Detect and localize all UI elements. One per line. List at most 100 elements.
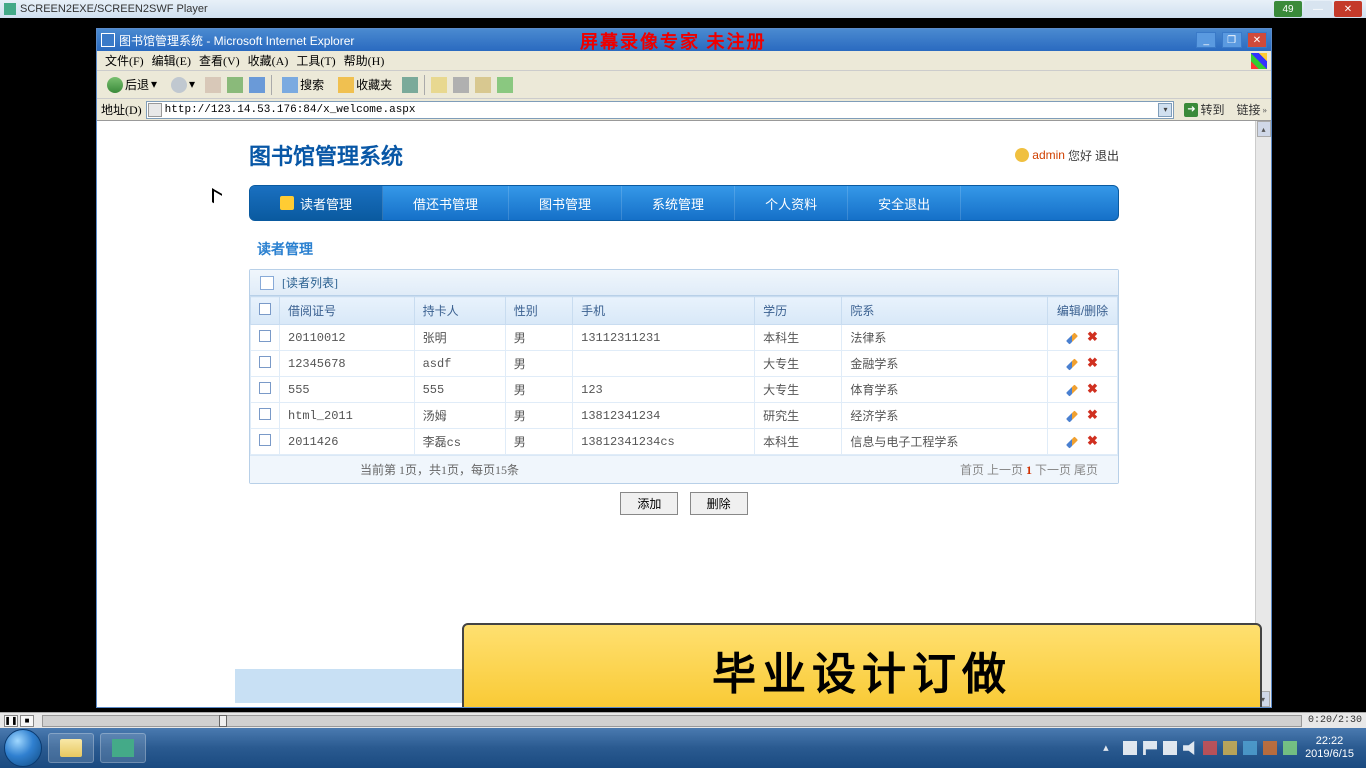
cell-edu: 大专生	[755, 351, 842, 377]
row-checkbox[interactable]	[259, 434, 271, 446]
nav-profile[interactable]: 个人资料	[735, 186, 848, 220]
scrollbar[interactable]: ▴ ▾	[1255, 121, 1271, 707]
edit-icon[interactable]	[1065, 410, 1077, 422]
menu-view[interactable]: 查看(V)	[197, 50, 242, 71]
pager-last[interactable]: 尾页	[1074, 463, 1098, 477]
checkbox-all[interactable]	[259, 303, 271, 315]
reader-table: 借阅证号 持卡人 性别 手机 学历 院系 编辑/删除 20110012张明男13…	[250, 296, 1118, 455]
menu-tools[interactable]: 工具(T)	[294, 50, 337, 71]
table-row: html_2011汤姆男13812341234研究生经济学系✖	[251, 403, 1118, 429]
pager-next[interactable]: 下一页	[1035, 463, 1071, 477]
nav-books[interactable]: 图书管理	[509, 186, 622, 220]
seek-thumb[interactable]	[219, 715, 227, 727]
clock[interactable]: 22:22 2019/6/15	[1305, 735, 1354, 761]
print-icon[interactable]	[453, 77, 469, 93]
menu-favorites[interactable]: 收藏(A)	[246, 50, 291, 71]
delete-icon[interactable]: ✖	[1086, 382, 1100, 396]
nav-system[interactable]: 系统管理	[622, 186, 735, 220]
tray-icons[interactable]: ▴	[1103, 741, 1297, 755]
go-button[interactable]: ➜转到	[1178, 101, 1230, 118]
address-dropdown-icon[interactable]: ▾	[1158, 103, 1172, 117]
clock-time: 22:22	[1305, 735, 1354, 748]
nav-borrow[interactable]: 借还书管理	[383, 186, 509, 220]
refresh-icon[interactable]	[227, 77, 243, 93]
cell-id: 555	[280, 377, 415, 403]
col-edu: 学历	[755, 297, 842, 325]
search-button[interactable]: 搜索	[278, 74, 328, 95]
ie-menubar: 文件(F) 编辑(E) 查看(V) 收藏(A) 工具(T) 帮助(H)	[97, 51, 1271, 71]
cell-sex: 男	[505, 377, 572, 403]
history-icon[interactable]	[402, 77, 418, 93]
address-input[interactable]	[146, 101, 1175, 119]
start-button[interactable]	[4, 729, 42, 767]
menu-file[interactable]: 文件(F)	[103, 50, 146, 71]
tray-app4-icon	[1263, 741, 1277, 755]
row-checkbox[interactable]	[259, 382, 271, 394]
edit-icon[interactable]	[475, 77, 491, 93]
ie-content-area: ▴ ▾ 图书馆管理系统 admin 您好 退出 读者管理 借还书管理	[97, 121, 1271, 707]
menu-help[interactable]: 帮助(H)	[342, 50, 387, 71]
task-explorer[interactable]	[48, 733, 94, 763]
cell-id: 12345678	[280, 351, 415, 377]
row-checkbox[interactable]	[259, 356, 271, 368]
user-icon	[1015, 148, 1029, 162]
cell-sex: 男	[505, 429, 572, 455]
tray-volume-icon	[1183, 741, 1197, 755]
player-badge[interactable]: 49	[1274, 1, 1302, 17]
cell-name: 李磊cs	[414, 429, 505, 455]
pause-button[interactable]: ❚❚	[4, 715, 18, 727]
delete-icon[interactable]: ✖	[1086, 434, 1100, 448]
pager-first[interactable]: 首页	[960, 463, 984, 477]
forward-button[interactable]: ▾	[167, 75, 199, 95]
table-row: 20110012张明男13112311231本科生法律系✖	[251, 325, 1118, 351]
edit-icon[interactable]	[1065, 332, 1077, 344]
ie-maximize-button[interactable]: ❐	[1222, 32, 1242, 48]
back-button[interactable]: 后退 ▾	[103, 74, 161, 95]
links-label[interactable]: 链接	[1236, 101, 1260, 118]
app-icon	[4, 3, 16, 15]
ie-title: 图书馆管理系统 - Microsoft Internet Explorer	[119, 32, 354, 49]
edit-icon[interactable]	[1065, 358, 1077, 370]
delete-icon[interactable]: ✖	[1086, 408, 1100, 422]
nav-readers[interactable]: 读者管理	[250, 186, 383, 220]
messenger-icon[interactable]	[497, 77, 513, 93]
cell-dept: 法律系	[842, 325, 1048, 351]
edit-icon[interactable]	[1065, 384, 1077, 396]
cell-dept: 经济学系	[842, 403, 1048, 429]
table-row: 2011426李磊cs男13812341234cs本科生信息与电子工程学系✖	[251, 429, 1118, 455]
row-checkbox[interactable]	[259, 408, 271, 420]
cell-edu: 本科生	[755, 429, 842, 455]
row-checkbox[interactable]	[259, 330, 271, 342]
logout-link[interactable]: 退出	[1095, 147, 1119, 164]
mail-icon[interactable]	[431, 77, 447, 93]
stop-button[interactable]: ■	[20, 715, 34, 727]
reader-panel: [读者列表] 借阅证号 持卡人 性别 手机 学历 院系	[249, 269, 1119, 484]
delete-icon[interactable]: ✖	[1086, 356, 1100, 370]
edit-icon[interactable]	[1065, 436, 1077, 448]
app-header: 图书馆管理系统 admin 您好 退出	[249, 131, 1119, 185]
nav-exit[interactable]: 安全退出	[848, 186, 961, 220]
pager-prev[interactable]: 上一页	[987, 463, 1023, 477]
ie-close-button[interactable]: ✕	[1247, 32, 1267, 48]
cell-sex: 男	[505, 403, 572, 429]
home-icon[interactable]	[249, 77, 265, 93]
ad-banner[interactable]: 毕业设计订做	[462, 623, 1262, 707]
task-player[interactable]	[100, 733, 146, 763]
ie-toolbar: 后退 ▾ ▾ 搜索 收藏夹	[97, 71, 1271, 99]
player-titlebar: SCREEN2EXE/SCREEN2SWF Player 49 — ✕	[0, 0, 1366, 18]
minimize-button[interactable]: —	[1304, 1, 1332, 17]
col-dept: 院系	[842, 297, 1048, 325]
menu-edit[interactable]: 编辑(E)	[150, 50, 193, 71]
tray-app3-icon	[1243, 741, 1257, 755]
scroll-up-icon[interactable]: ▴	[1257, 121, 1271, 137]
ie-minimize-button[interactable]: _	[1196, 32, 1216, 48]
seek-track[interactable]	[42, 715, 1302, 727]
favorites-button[interactable]: 收藏夹	[334, 74, 396, 95]
delete-icon[interactable]: ✖	[1086, 330, 1100, 344]
close-button[interactable]: ✕	[1334, 1, 1362, 17]
add-button[interactable]: 添加	[620, 492, 678, 515]
tray-flag-icon	[1143, 741, 1157, 755]
app-container: 图书馆管理系统 admin 您好 退出 读者管理 借还书管理 图书管理 系统管理…	[249, 131, 1119, 515]
delete-button[interactable]: 删除	[690, 492, 748, 515]
stop-icon[interactable]	[205, 77, 221, 93]
